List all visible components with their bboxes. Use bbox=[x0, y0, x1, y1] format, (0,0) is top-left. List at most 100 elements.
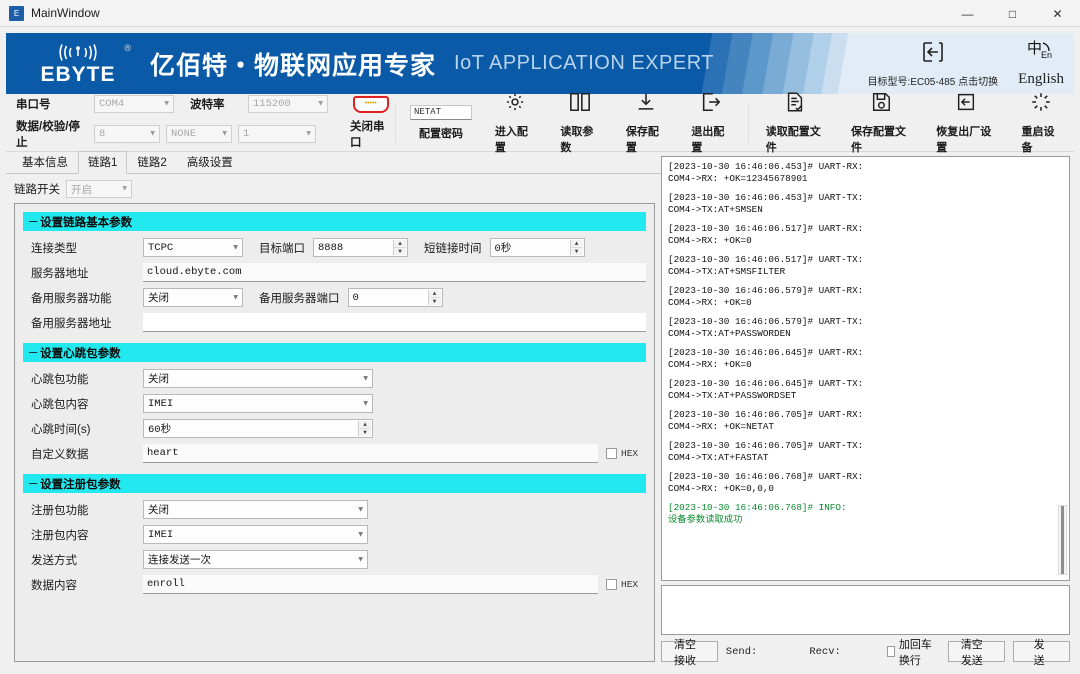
main-body: 基本信息 链路1 链路2 高级设置 链路开关 开启 ▼ ─ 设置链路基本参数 连… bbox=[6, 151, 1074, 668]
exit-config-button[interactable]: 退出配置 bbox=[678, 92, 744, 154]
log-line-timestamp: [2023-10-30 16:46:06.705]# UART-RX: bbox=[668, 409, 864, 420]
chevron-down-icon: ▼ bbox=[363, 374, 368, 383]
short-link-label: 短链接时间 bbox=[424, 242, 482, 255]
conn-type-select[interactable]: TCPC ▼ bbox=[143, 238, 243, 257]
tab-link1[interactable]: 链路1 bbox=[78, 151, 128, 174]
stopbits-select[interactable]: 1 ▼ bbox=[238, 125, 316, 143]
send-input-area[interactable] bbox=[661, 585, 1070, 635]
parity-select[interactable]: NONE ▼ bbox=[166, 125, 232, 143]
spinner-arrows[interactable]: ▲ ▼ bbox=[569, 240, 583, 255]
log-line-timestamp: [2023-10-30 16:46:06.645]# UART-TX: bbox=[668, 378, 864, 389]
tab-basic-info[interactable]: 基本信息 bbox=[12, 151, 78, 174]
log-entry: [2023-10-30 16:46:06.453]# UART-RX: COM4-… bbox=[668, 161, 1063, 184]
receive-log[interactable]: [2023-10-30 16:46:06.453]# UART-RX: COM4-… bbox=[661, 156, 1070, 581]
register-mode-select[interactable]: 连接发送一次 ▼ bbox=[143, 550, 368, 569]
server-addr-input[interactable]: cloud.ebyte.com bbox=[143, 263, 646, 282]
tab-bar: 基本信息 链路1 链路2 高级设置 bbox=[6, 151, 661, 174]
group-header-heartbeat: ─ 设置心跳包参数 bbox=[23, 343, 646, 362]
heartbeat-custom-input[interactable]: heart bbox=[143, 444, 598, 463]
log-entry: [2023-10-30 16:46:06.645]# UART-TX: COM4-… bbox=[668, 378, 1063, 401]
config-password-item[interactable]: NETAT 配置密码 bbox=[400, 95, 482, 151]
backup-addr-input[interactable] bbox=[143, 313, 646, 332]
model-switch-button[interactable]: 目标型号:EC05-485 点击切换 bbox=[858, 33, 1009, 94]
checkbox-icon[interactable] bbox=[606, 448, 617, 459]
checkbox-icon[interactable] bbox=[886, 646, 895, 657]
target-port-label: 目标端口 bbox=[259, 242, 305, 255]
spinner-arrows[interactable]: ▲ ▼ bbox=[393, 240, 406, 255]
config-password-input[interactable]: NETAT bbox=[410, 104, 473, 120]
clear-receive-button[interactable]: 清空接收 bbox=[661, 639, 718, 667]
link-switch-row: 链路开关 开启 ▼ bbox=[6, 174, 661, 203]
target-port-input[interactable]: 8888 ▲ ▼ bbox=[313, 238, 408, 257]
heartbeat-hex-checkbox[interactable]: HEX bbox=[606, 448, 638, 459]
heartbeat-content-select[interactable]: IMEI ▼ bbox=[143, 394, 373, 413]
tab-link2[interactable]: 链路2 bbox=[127, 151, 176, 174]
heartbeat-content-row: 心跳包内容 IMEI ▼ bbox=[23, 393, 646, 414]
databits-select[interactable]: 8 ▼ bbox=[94, 125, 160, 143]
restore-icon bbox=[955, 91, 977, 118]
serial-port-row: 串口号 COM4 ▼ 波特率 115200 ▼ bbox=[16, 95, 328, 113]
group-dash-icon: ─ bbox=[29, 346, 38, 359]
close-button[interactable]: ✕ bbox=[1035, 0, 1080, 27]
short-link-input[interactable]: 0秒 ▲ ▼ bbox=[489, 238, 585, 257]
crlf-checkbox[interactable]: 加回车换行 bbox=[886, 636, 936, 668]
group-header-register: ─ 设置注册包参数 bbox=[23, 474, 646, 493]
registered-mark-icon: ® bbox=[124, 42, 131, 53]
exit-config-label: 退出配置 bbox=[691, 125, 725, 154]
read-config-file-button[interactable]: 读取配置文件 bbox=[753, 92, 838, 154]
minimize-button[interactable]: — bbox=[945, 0, 990, 27]
clear-send-button[interactable]: 清空发送 bbox=[947, 639, 1005, 667]
log-scrollbar[interactable] bbox=[1058, 505, 1067, 575]
register-data-input[interactable]: enroll bbox=[143, 575, 598, 594]
conn-type-value: TCPC bbox=[148, 241, 174, 254]
send-button[interactable]: 发送 bbox=[1012, 639, 1070, 667]
chevron-down-icon: ▼ bbox=[306, 129, 311, 139]
heartbeat-fn-select[interactable]: 关闭 ▼ bbox=[143, 369, 373, 388]
log-line-timestamp: [2023-10-30 16:46:06.453]# UART-RX: bbox=[668, 161, 864, 172]
parity-value: NONE bbox=[171, 128, 197, 140]
ebyte-logo: ® EBYTE bbox=[24, 43, 132, 85]
toolbar-divider bbox=[747, 102, 749, 143]
tab-advanced[interactable]: 高级设置 bbox=[177, 151, 243, 174]
conn-type-label: 连接类型 bbox=[31, 242, 77, 255]
register-hex-checkbox[interactable]: HEX bbox=[606, 579, 638, 590]
checkbox-icon[interactable] bbox=[606, 579, 617, 590]
spinner-arrows[interactable]: ▲ ▼ bbox=[427, 290, 441, 305]
language-switch-button[interactable]: 中 En English bbox=[1008, 33, 1074, 94]
backup-port-input[interactable]: 0 ▲ ▼ bbox=[347, 288, 443, 307]
log-line-payload: COM4->TX:AT+PASSWORDSET bbox=[668, 389, 797, 401]
config-password-label: 配置密码 bbox=[419, 127, 464, 140]
target-port-value: 8888 bbox=[318, 241, 344, 254]
log-line-payload: COM4->RX: +OK=0 bbox=[668, 234, 752, 246]
backup-fn-select[interactable]: 关闭 ▼ bbox=[143, 288, 243, 307]
chevron-down-icon: ▼ bbox=[358, 505, 363, 514]
log-entry: [2023-10-30 16:46:06.517]# UART-RX: COM4-… bbox=[668, 223, 1063, 246]
close-port-button[interactable]: ••••• 关闭串口 bbox=[350, 95, 391, 150]
serial-format-row: 数据/校验/停止 8 ▼ NONE ▼ 1 ▼ bbox=[16, 118, 328, 150]
link-switch-select[interactable]: 开启 ▼ bbox=[66, 180, 132, 198]
link-switch-value: 开启 bbox=[71, 184, 92, 197]
restart-device-button[interactable]: 重启设备 bbox=[1008, 92, 1074, 154]
spinner-icon bbox=[1030, 91, 1052, 118]
backup-addr-label: 备用服务器地址 bbox=[31, 317, 112, 330]
register-fn-select[interactable]: 关闭 ▼ bbox=[143, 500, 368, 519]
read-params-button[interactable]: 读取参数 bbox=[547, 92, 613, 154]
factory-reset-button[interactable]: 恢复出厂设置 bbox=[923, 93, 1008, 154]
toolbar: 串口号 COM4 ▼ 波特率 115200 ▼ 数据/校验/停止 8 ▼ NON… bbox=[6, 92, 1074, 154]
register-content-select[interactable]: IMEI ▼ bbox=[143, 525, 368, 544]
save-config-button[interactable]: 保存配置 bbox=[613, 93, 679, 154]
port-select[interactable]: COM4 ▼ bbox=[94, 95, 174, 113]
baud-value: 115200 bbox=[253, 98, 291, 110]
serial-settings: 串口号 COM4 ▼ 波特率 115200 ▼ 数据/校验/停止 8 ▼ NON… bbox=[6, 95, 328, 150]
spinner-arrows[interactable]: ▲ ▼ bbox=[358, 421, 371, 436]
maximize-button[interactable]: □ bbox=[990, 0, 1035, 27]
heartbeat-time-input[interactable]: 60秒 ▲ ▼ bbox=[143, 419, 373, 438]
log-scroll-thumb[interactable] bbox=[1061, 506, 1064, 574]
read-params-label: 读取参数 bbox=[560, 125, 594, 154]
save-config-file-button[interactable]: 保存配置文件 bbox=[838, 92, 923, 154]
baud-select[interactable]: 115200 ▼ bbox=[248, 95, 328, 113]
book-icon bbox=[568, 91, 592, 118]
enter-config-button[interactable]: 进入配置 bbox=[482, 93, 548, 154]
log-entry: [2023-10-30 16:46:06.517]# UART-TX: COM4-… bbox=[668, 254, 1063, 277]
register-content-label: 注册包内容 bbox=[31, 529, 89, 542]
